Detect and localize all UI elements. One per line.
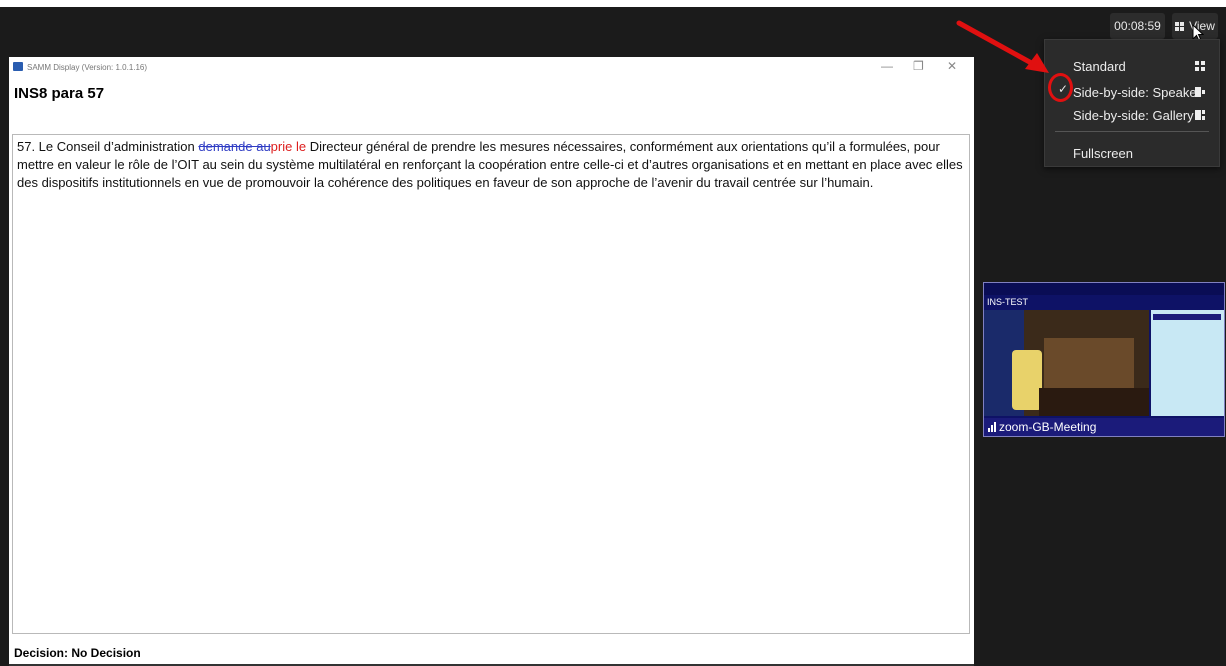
thumb-header-bar: [984, 283, 1224, 295]
thumb-side-panel: [1151, 310, 1224, 416]
window-title: SAMM Display (Version: 1.0.1.16): [27, 63, 148, 72]
document-title: INS8 para 57: [14, 85, 105, 102]
menu-item-label: Fullscreen: [1073, 145, 1133, 161]
menu-divider: [1055, 131, 1209, 132]
participant-name: zoom-GB-Meeting: [999, 420, 1097, 434]
menu-item-standard[interactable]: Standard: [1045, 54, 1219, 78]
view-dropdown-menu: Standard ✓ Side-by-side: Speaker Side-by…: [1044, 39, 1220, 167]
signal-strength-icon: [988, 422, 996, 432]
paragraph-prefix: 57. Le Conseil d’administration: [17, 139, 199, 154]
text-display-area: 57. Le Conseil d’administration demande …: [12, 134, 970, 634]
thumb-video-feed: [984, 310, 1149, 416]
participant-video-thumbnail[interactable]: INS-TEST zoom-GB-Meeting: [983, 282, 1225, 437]
grid-icon: [1195, 61, 1205, 71]
inserted-text: prie le: [270, 139, 307, 154]
participant-name-label: zoom-GB-Meeting: [984, 418, 1224, 436]
zoom-meeting-window: 00:08:59 View Standard ✓ Side-by-side: S…: [0, 7, 1226, 666]
menu-item-label: Standard: [1073, 58, 1126, 74]
paragraph-text: 57. Le Conseil d’administration demande …: [17, 138, 969, 192]
gallery-layout-icon: [1195, 110, 1205, 120]
deleted-text: demande au: [198, 139, 271, 154]
restore-icon[interactable]: ❐: [913, 59, 924, 73]
minimize-icon[interactable]: —: [881, 59, 893, 73]
speaker-layout-icon: [1195, 87, 1205, 97]
menu-item-fullscreen[interactable]: Fullscreen: [1045, 141, 1219, 165]
meeting-timer: 00:08:59: [1110, 13, 1165, 39]
grid-icon: [1175, 21, 1185, 31]
thumb-heading: INS-TEST: [987, 297, 1029, 307]
samm-display-window: SAMM Display (Version: 1.0.1.16) — ❐ ✕ I…: [9, 57, 974, 666]
decision-status: Decision: No Decision: [14, 646, 141, 660]
menu-item-label: Side-by-side: Gallery: [1073, 107, 1194, 123]
menu-item-side-by-side-gallery[interactable]: Side-by-side: Gallery: [1045, 103, 1219, 127]
window-title-bar: SAMM Display (Version: 1.0.1.16) — ❐ ✕: [9, 57, 974, 77]
close-icon[interactable]: ✕: [947, 59, 957, 73]
app-icon: [13, 62, 23, 71]
menu-item-label: Side-by-side: Speaker: [1073, 84, 1201, 100]
